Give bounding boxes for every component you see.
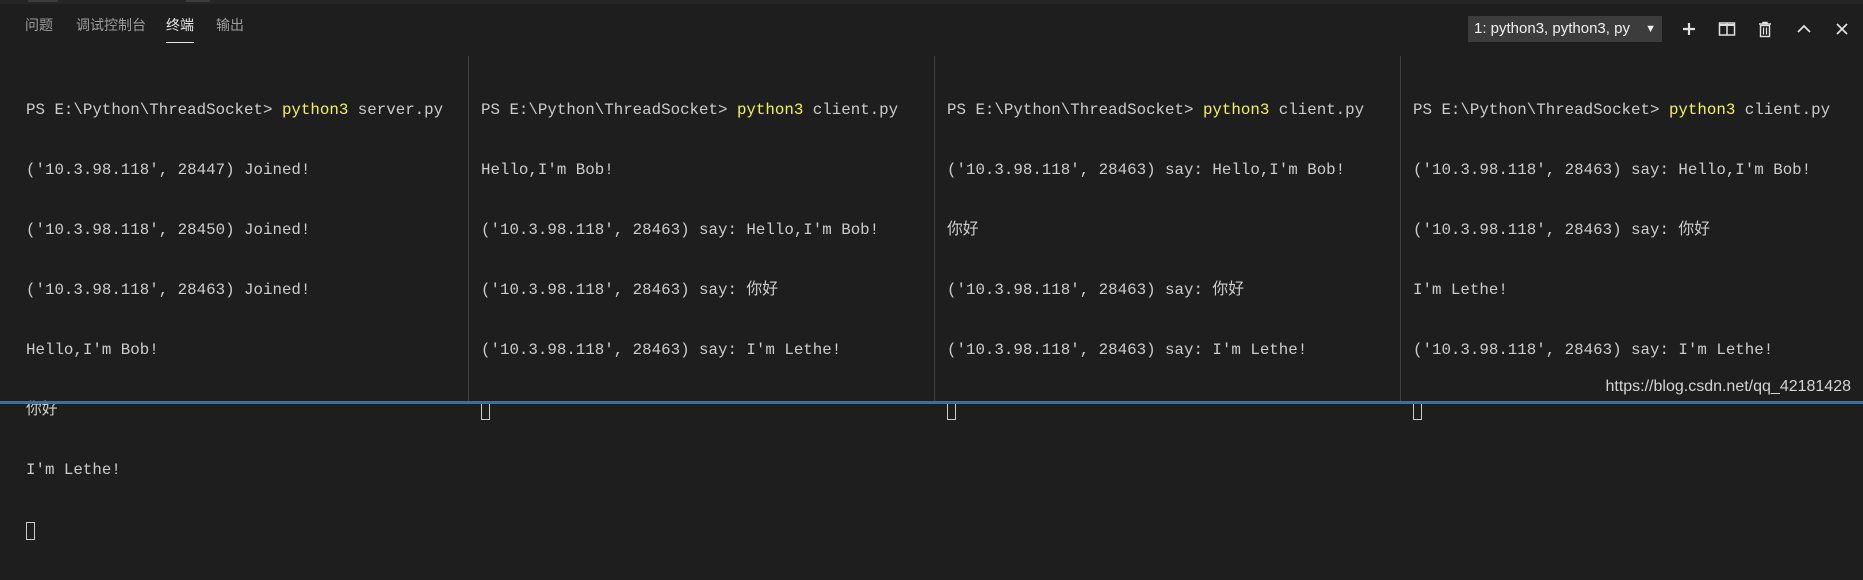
terminal-cursor <box>1413 402 1422 420</box>
prompt: PS E:\Python\ThreadSocket> <box>947 101 1203 119</box>
split-icon <box>1718 22 1736 36</box>
close-panel-button[interactable] <box>1829 16 1855 42</box>
output-line: ('10.3.98.118', 28463) say: 你好 <box>1413 221 1711 239</box>
panel-header: 问题 调试控制台 终端 输出 1: python3, python3, py ▼ <box>0 4 1863 44</box>
output-line: ('10.3.98.118', 28463) say: 你好 <box>947 281 1245 299</box>
prompt-line: PS E:\Python\ThreadSocket> python3 serve… <box>26 100 468 120</box>
new-terminal-button[interactable] <box>1676 16 1702 42</box>
command: python3 <box>1202 101 1270 119</box>
command-argument: client.py <box>1269 101 1365 119</box>
prompt-line: PS E:\Python\ThreadSocket> python3 clien… <box>947 100 1400 120</box>
terminal-cursor <box>26 522 35 540</box>
terminal-content: PS E:\Python\ThreadSocket> python3 clien… <box>935 56 1400 460</box>
output-line: ('10.3.98.118', 28463) say: Hello,I'm Bo… <box>1413 161 1812 179</box>
terminal-content: PS E:\Python\ThreadSocket> python3 serve… <box>0 56 468 580</box>
chevron-up-icon <box>1797 24 1811 33</box>
tab-terminal[interactable]: 终端 <box>166 15 194 43</box>
plus-icon <box>1683 23 1695 35</box>
prompt: PS E:\Python\ThreadSocket> <box>481 101 737 119</box>
output-line: ('10.3.98.118', 28463) say: Hello,I'm Bo… <box>481 221 880 239</box>
prompt: PS E:\Python\ThreadSocket> <box>1413 101 1669 119</box>
terminal-content: PS E:\Python\ThreadSocket> python3 clien… <box>1401 56 1863 460</box>
prompt-line: PS E:\Python\ThreadSocket> python3 clien… <box>481 100 934 120</box>
command-argument: client.py <box>803 101 899 119</box>
tab-problems[interactable]: 问题 <box>25 15 53 35</box>
output-line: I'm Lethe! <box>26 461 121 479</box>
maximize-panel-button[interactable] <box>1791 16 1817 42</box>
terminal-pane-4[interactable]: PS E:\Python\ThreadSocket> python3 clien… <box>1400 56 1863 420</box>
terminal-cursor <box>947 402 956 420</box>
terminal-pane-2[interactable]: PS E:\Python\ThreadSocket> python3 clien… <box>468 56 934 420</box>
output-line: Hello,I'm Bob! <box>481 161 614 179</box>
output-line: ('10.3.98.118', 28463) say: 你好 <box>481 281 779 299</box>
top-edge-mark <box>186 0 210 2</box>
split-terminal-button[interactable] <box>1714 16 1740 42</box>
command: python3 <box>1668 101 1736 119</box>
command-argument: server.py <box>348 101 444 119</box>
output-line: ('10.3.98.118', 28450) Joined! <box>26 221 311 239</box>
chevron-down-icon: ▼ <box>1645 23 1656 35</box>
output-line: ('10.3.98.118', 28447) Joined! <box>26 161 311 179</box>
watermark: https://blog.csdn.net/qq_42181428 <box>1605 378 1851 395</box>
output-line: ('10.3.98.118', 28463) say: I'm Lethe! <box>947 341 1308 359</box>
output-line: ('10.3.98.118', 28463) say: I'm Lethe! <box>481 341 842 359</box>
terminal-content: PS E:\Python\ThreadSocket> python3 clien… <box>469 56 934 460</box>
terminal-select[interactable]: 1: python3, python3, py ▼ <box>1468 16 1662 42</box>
output-line: Hello,I'm Bob! <box>26 341 159 359</box>
command-argument: client.py <box>1735 101 1831 119</box>
output-line: ('10.3.98.118', 28463) Joined! <box>26 281 311 299</box>
prompt-line: PS E:\Python\ThreadSocket> python3 clien… <box>1413 100 1863 120</box>
prompt: PS E:\Python\ThreadSocket> <box>26 101 282 119</box>
command: python3 <box>281 101 349 119</box>
kill-terminal-button[interactable] <box>1752 16 1778 42</box>
terminal-pane-1[interactable]: PS E:\Python\ThreadSocket> python3 serve… <box>0 56 468 540</box>
terminal-select-value: 1: python3, python3, py <box>1474 20 1630 37</box>
terminal-pane-3[interactable]: PS E:\Python\ThreadSocket> python3 clien… <box>934 56 1400 420</box>
top-edge-mark <box>28 0 58 2</box>
trash-icon <box>1759 21 1771 37</box>
output-line: ('10.3.98.118', 28463) say: Hello,I'm Bo… <box>947 161 1346 179</box>
output-line: 你好 <box>947 221 979 239</box>
output-line: I'm Lethe! <box>1413 281 1508 299</box>
command: python3 <box>736 101 804 119</box>
tab-debug-console[interactable]: 调试控制台 <box>76 15 146 35</box>
terminal-cursor <box>481 402 490 420</box>
tab-output[interactable]: 输出 <box>216 15 244 35</box>
close-icon <box>1836 23 1848 35</box>
output-line: ('10.3.98.118', 28463) say: I'm Lethe! <box>1413 341 1774 359</box>
